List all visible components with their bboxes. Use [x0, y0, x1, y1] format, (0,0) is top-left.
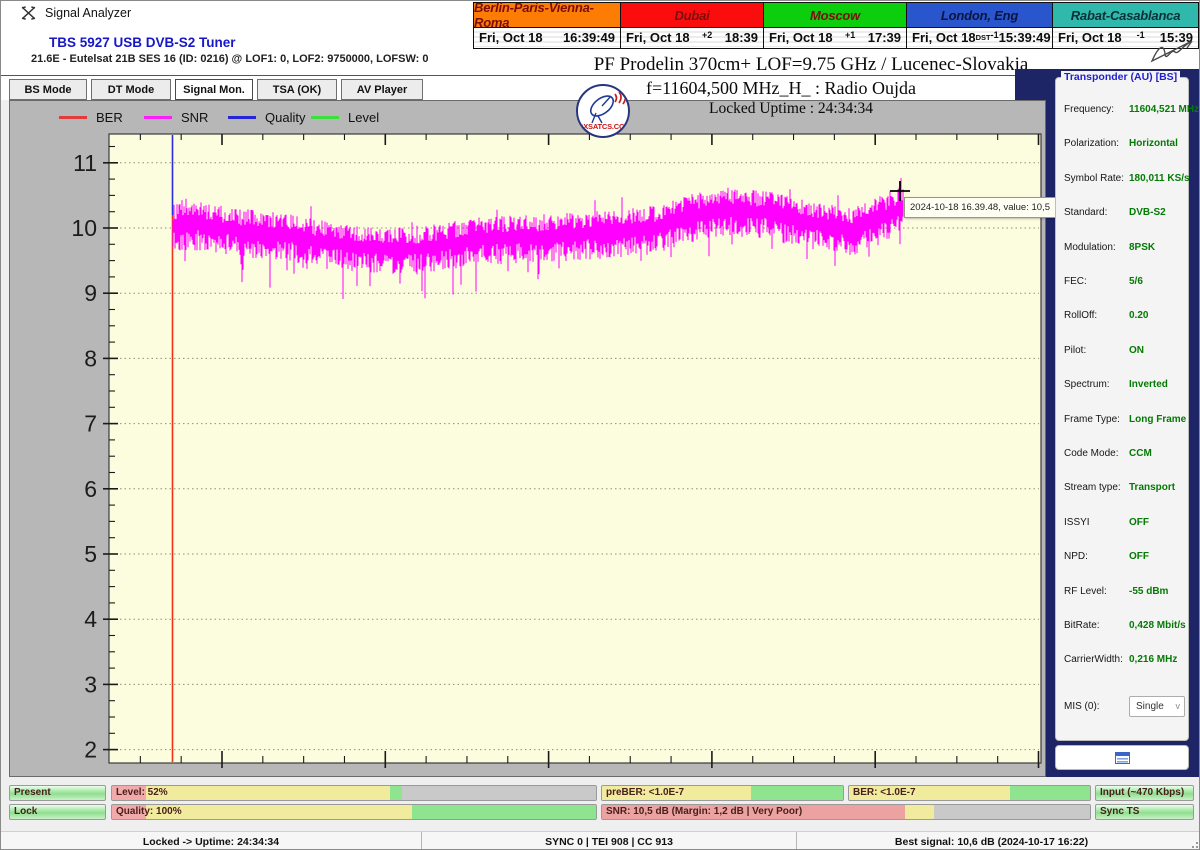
- transponder-row: Stream type: Transport: [1064, 482, 1176, 494]
- status-sync-counters: SYNC 0 | TEI 908 | CC 913: [421, 832, 796, 849]
- transponder-row: Polarization: Horizontal: [1064, 138, 1178, 150]
- titlebar: Signal Analyzer: [1, 1, 471, 25]
- status-best-signal: Best signal: 10,6 dB (2024-10-17 16:22): [796, 832, 1186, 849]
- transponder-tool-button[interactable]: [1055, 745, 1189, 770]
- transponder-row: Pilot: ON: [1064, 344, 1144, 356]
- clock-time: Fri, Oct 18 +1 17:39: [764, 28, 906, 47]
- legend-item-ber: BER: [59, 108, 123, 126]
- transponder-row: Frame Type: Long Frame: [1064, 413, 1187, 425]
- world-clocks: Berlin-Paris-Vienna-Roma Fri, Oct 18 16:39…: [473, 1, 1199, 49]
- status-bar: Locked -> Uptime: 24:34:34 SYNC 0 | TEI …: [1, 831, 1199, 849]
- meter-ber: BER: <1.0E-7: [848, 785, 1091, 801]
- legend-item-level: Level: [311, 108, 379, 126]
- transponder-row: Standard: DVB-S2: [1064, 207, 1166, 219]
- clock-city: London, Eng: [907, 3, 1052, 28]
- mode-button-dt-mode[interactable]: DT Mode: [91, 79, 171, 100]
- legend-swatch: [311, 115, 339, 119]
- clock-city: Rabat-Casablanca: [1053, 3, 1198, 28]
- transponder-row: FEC: 5/6: [1064, 276, 1143, 287]
- transponder-row: Frequency: 11604,521 MHz: [1064, 104, 1200, 115]
- meter-snr: SNR: 10,5 dB (Margin: 1,2 dB | Very Poor…: [601, 804, 1091, 820]
- transponder-row: Modulation: 8PSK: [1064, 241, 1156, 253]
- transponder-row: Symbol Rate: 180,011 KS/s: [1064, 172, 1190, 184]
- transponder-row: BitRate: 0,428 Mbit/s: [1064, 620, 1186, 631]
- meter-present: Present: [9, 785, 106, 801]
- clock-column: Dubai Fri, Oct 18 +2 18:39: [621, 2, 764, 49]
- mis-select[interactable]: Single v: [1129, 695, 1185, 717]
- logo-text: DXSATCS.COM: [578, 122, 630, 131]
- clock-city: Moscow: [764, 3, 906, 28]
- legend-swatch: [59, 115, 87, 119]
- transponder-panel: Transponder (AU) [BS] Frequency: 11604,52…: [1055, 71, 1200, 741]
- clock-city: Berlin-Paris-Vienna-Roma: [474, 1, 620, 30]
- legend-swatch: [228, 115, 256, 119]
- meter-sync-ts: Sync TS: [1095, 804, 1194, 820]
- meter-preber: preBER: <1.0E-7: [601, 785, 844, 801]
- clock-time: Fri, Oct 18 16:39:49: [474, 28, 620, 47]
- transponder-row: NPD: OFF: [1064, 551, 1149, 563]
- stream-list-icon: [1114, 751, 1130, 764]
- locked-uptime-title: Locked Uptime : 24:34:34: [708, 100, 873, 117]
- clock-column: Berlin-Paris-Vienna-Roma Fri, Oct 18 16:39…: [473, 1, 621, 49]
- clock-column: Moscow Fri, Oct 18 +1 17:39: [764, 2, 907, 49]
- transponder-row: Spectrum: Inverted: [1064, 379, 1168, 391]
- signal-chart[interactable]: [9, 100, 1046, 777]
- cursor-tooltip: 2024-10-18 16.39.48, value: 10,5: [904, 197, 1056, 218]
- signature-pen-icon: [1150, 40, 1193, 63]
- transponder-panel-title: Transponder (AU) [BS]: [1061, 71, 1181, 83]
- status-lock-uptime: Locked -> Uptime: 24:34:34: [142, 835, 280, 848]
- mode-button-tsa-ok-[interactable]: TSA (OK): [257, 79, 337, 100]
- mode-button-bs-mode[interactable]: BS Mode: [9, 79, 87, 100]
- dxsatcs-logo: DXSATCS.COM: [576, 84, 630, 138]
- mis-row: MIS (0): Single v: [1056, 695, 1190, 717]
- mode-button-av-player[interactable]: AV Player: [341, 79, 423, 100]
- legend-swatch: [144, 115, 172, 119]
- transponder-row: ISSYI OFF: [1064, 516, 1149, 528]
- signal-analyzer-window: Signal Analyzer Berlin-Paris-Vienna-Roma…: [0, 0, 1200, 850]
- resize-grip[interactable]: [1187, 832, 1199, 849]
- satellite-info: 21.6E - Eutelsat 21B SES 16 (ID: 0216) @…: [31, 53, 429, 65]
- clock-time: Fri, Oct 18 DST-1 15:39:49: [907, 28, 1052, 47]
- clock-city: Dubai: [621, 3, 763, 28]
- tuner-name: TBS 5927 USB DVB-S2 Tuner: [49, 35, 236, 50]
- satellite-dish-icon: [589, 89, 627, 124]
- clock-column: London, Eng Fri, Oct 18 DST-1 15:39:49: [907, 2, 1053, 49]
- legend-item-quality: Quality: [228, 108, 305, 126]
- legend-item-snr: SNR: [144, 108, 208, 126]
- meter-level: Level: 52%: [111, 785, 597, 801]
- mode-button-signal-mon-[interactable]: Signal Mon.: [175, 79, 253, 100]
- transponder-row: RF Level: -55 dBm: [1064, 585, 1169, 597]
- transponder-row: RollOff: 0.20: [1064, 310, 1149, 322]
- meter-lock: Lock: [9, 804, 106, 820]
- clock-time: Fri, Oct 18 +2 18:39: [621, 28, 763, 47]
- app-icon: [21, 5, 36, 20]
- meter-quality: Quality: 100%: [111, 804, 597, 820]
- signal-meters: Present Level: 52% preBER: <1.0E-7 BER: <1.…: [1, 777, 1199, 831]
- transponder-row: Code Mode: CCM: [1064, 448, 1152, 459]
- transponder-row: CarrierWidth: 0,216 MHz: [1064, 654, 1178, 666]
- window-title: Signal Analyzer: [45, 6, 132, 20]
- meter-input-470-kbps-: Input (~470 Kbps): [1095, 785, 1194, 801]
